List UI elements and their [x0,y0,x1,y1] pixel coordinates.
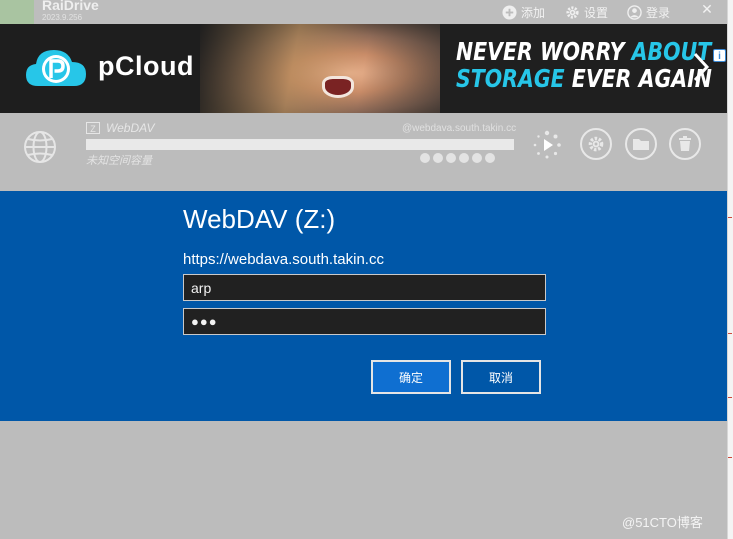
usage-bar [86,139,514,150]
chevron-right-icon[interactable] [692,52,710,82]
app-logo-icon [0,0,34,24]
raidrive-window: RaiDrive 2023.9.256 添加 设置 登录 ✕ pCloud NE… [0,0,727,539]
status-icon [420,153,430,163]
ad-banner[interactable]: pCloud NEVER WORRY ABOUT STORAGE EVER AG… [0,24,727,113]
plus-circle-icon [502,4,517,20]
connect-dialog: WebDAV (Z:) https://webdava.south.takin.… [0,191,727,421]
password-input[interactable]: ●●● [183,308,546,335]
slogan-line2-white: EVER AGAIN [571,64,712,93]
cancel-button[interactable]: 取消 [461,360,541,394]
folder-icon [633,139,649,150]
app-title: RaiDrive [42,0,99,13]
settings-label: 设置 [584,5,609,20]
usage-text: 未知空间容量 [86,155,152,167]
ad-slogan: NEVER WORRY ABOUT STORAGE EVER AGAIN [456,38,712,92]
open-folder-button[interactable] [625,128,657,160]
status-icon [433,153,443,163]
gear-icon [566,5,579,19]
spinner-icon [533,130,561,159]
watermark: @51CTO博客 [622,515,703,530]
title-bar: RaiDrive 2023.9.256 添加 设置 登录 ✕ [0,0,727,24]
app-version: 2023.9.256 [42,13,83,22]
add-label: 添加 [521,5,546,20]
dialog-title: WebDAV (Z:) [183,204,336,234]
slogan-line2-blue: STORAGE [456,64,565,93]
dialog-url: https://webdava.south.takin.cc [183,251,384,268]
drive-name: WebDAV [106,121,155,135]
login-button[interactable]: 登录 [627,0,670,24]
close-button[interactable]: ✕ [697,0,717,20]
delete-drive-button[interactable] [669,128,701,160]
brand-name: pCloud [98,51,194,81]
slogan-line1-white: NEVER WORRY [456,37,625,66]
ad-info-icon[interactable]: i [713,49,726,62]
username-input[interactable] [183,274,546,301]
user-circle-icon [627,4,642,20]
settings-button[interactable]: 设置 [565,0,608,24]
drive-host: @webdava.south.takin.cc [402,123,517,134]
drive-row[interactable]: Z WebDAV @webdava.south.takin.cc 未知空间容量 [0,113,727,191]
gear-icon [588,136,604,152]
add-button[interactable]: 添加 [502,0,545,24]
status-icon [459,153,469,163]
user-icon [485,153,495,163]
drive-letter-badge: Z [86,122,100,134]
drive-settings-button[interactable] [580,128,612,160]
drive-status-icons [420,153,495,163]
globe-icon [24,131,56,163]
pcloud-logo-icon [26,50,86,86]
ok-button[interactable]: 确定 [371,360,451,394]
trash-icon [679,136,691,151]
login-label: 登录 [646,5,671,20]
wifi-icon [446,153,456,163]
status-icon [472,153,482,163]
